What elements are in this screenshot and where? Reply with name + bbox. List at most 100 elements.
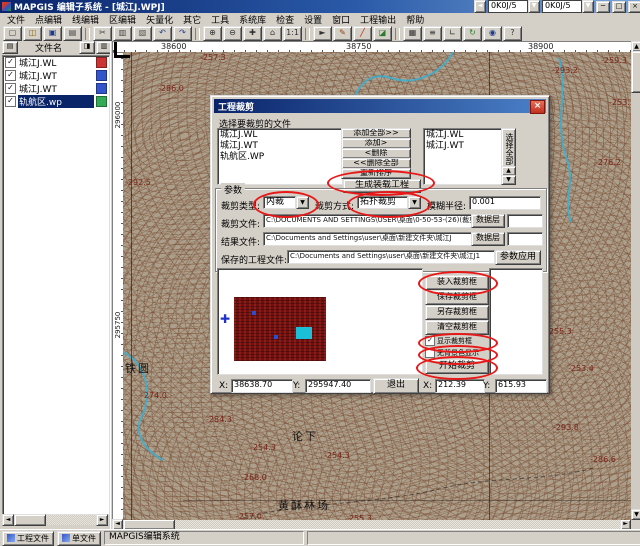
tree-item-label[interactable]: 轨航区.wp [18, 95, 94, 108]
layers-icon[interactable]: ≡ [423, 26, 442, 41]
line-edit-icon[interactable]: ╱ [353, 26, 372, 41]
menu-item-6[interactable]: 其它 [178, 13, 206, 26]
map-vscrollbar[interactable]: ▲ ▼ [631, 41, 640, 520]
source-file-list[interactable]: 城江J.WL城江J.WT轨航区.WP [217, 128, 343, 185]
layer-readout-2[interactable]: 0K0J/5 ▼ [542, 1, 594, 12]
tree-row-4[interactable]: ✓轨航区.wp [3, 95, 109, 108]
tree-item-label[interactable]: 城江J.WT [18, 82, 94, 95]
chevron-down-icon[interactable]: ▼ [408, 196, 421, 209]
checkbox-icon[interactable]: ✓ [5, 70, 16, 81]
tree-item-label[interactable]: 城江J.WL [18, 56, 94, 69]
list-item[interactable]: 城江J.WL [220, 130, 340, 141]
menu-item-13[interactable]: 帮助 [401, 13, 429, 26]
info-icon[interactable]: ◉ [483, 26, 502, 41]
checkbox-icon[interactable]: ✓ [5, 57, 16, 68]
checkbox-icon[interactable]: ✓ [5, 96, 16, 107]
menu-item-8[interactable]: 系统库 [234, 13, 271, 26]
scrollbar-track[interactable] [175, 520, 620, 530]
save-icon[interactable]: ▣ [43, 26, 62, 41]
checkbox-icon[interactable]: ✓ [5, 83, 16, 94]
refresh-icon[interactable]: ↻ [463, 26, 482, 41]
checkbox-icon[interactable]: ✓ [425, 336, 435, 346]
scrollbar-track[interactable] [46, 515, 96, 525]
select-all-vertical-button[interactable]: 选择全部 [501, 128, 516, 170]
map-hscrollbar[interactable]: ◄ ► [112, 520, 631, 529]
grid-icon[interactable]: ▦ [403, 26, 422, 41]
dialog-title-bar[interactable]: 工程裁剪 × [214, 99, 546, 113]
list-item[interactable]: 城江J.WT [426, 141, 500, 152]
undo-icon[interactable]: ↶ [153, 26, 172, 41]
load-frame-button[interactable]: 装入裁剪框 [425, 275, 489, 290]
apply-params-button[interactable]: 参数应用 [495, 250, 541, 265]
checkbox-icon[interactable] [425, 348, 435, 358]
scroll-left-icon[interactable]: ◄ [2, 514, 14, 526]
cut-icon[interactable]: ✂ [93, 26, 112, 41]
filename-column-header[interactable]: 文件名 [19, 41, 78, 54]
pan-icon[interactable]: ✚ [243, 26, 262, 41]
scroll-down-icon[interactable]: ▼ [631, 509, 640, 520]
menu-item-5[interactable]: 矢量化 [141, 13, 178, 26]
clip-preview-panel[interactable]: ✚ [217, 268, 423, 375]
paste-icon[interactable]: ▧ [133, 26, 152, 41]
exit-button[interactable]: 退出 [373, 378, 419, 394]
list-item[interactable]: 城江J.WL [426, 130, 500, 141]
menu-item-12[interactable]: 工程输出 [355, 13, 401, 26]
layer-readout-1[interactable]: 0K0J/5 ▼ [488, 1, 540, 12]
clip-type-combo[interactable]: 内裁 ▼ [263, 196, 309, 209]
select-icon[interactable]: ► [313, 26, 332, 41]
chevron-down-icon[interactable]: ▼ [582, 0, 594, 13]
clip-method-combo[interactable]: 拓扑裁剪 ▼ [357, 196, 421, 209]
data-layer-field-2[interactable] [507, 232, 543, 246]
copy-icon[interactable]: ▥ [113, 26, 132, 41]
selected-file-list[interactable]: 城江J.WL城江J.WT [423, 128, 503, 185]
list-item[interactable]: 轨航区.WP [220, 152, 340, 163]
help-icon[interactable]: ? [503, 26, 522, 41]
menu-item-11[interactable]: 窗口 [327, 13, 355, 26]
new-file-icon[interactable]: ▢ [3, 26, 22, 41]
clear-frame-button[interactable]: 清空裁剪框 [425, 320, 489, 335]
reorder-button[interactable]: 重新排序 [341, 168, 411, 179]
menu-item-3[interactable]: 线编辑 [67, 13, 104, 26]
maximize-button[interactable]: □ [612, 1, 626, 13]
zoom-in-icon[interactable]: ⊕ [203, 26, 222, 41]
minimize-button[interactable]: ─ [596, 1, 610, 13]
tree-row-2[interactable]: ✓城江J.WT [3, 69, 109, 82]
tree-row-3[interactable]: ✓城江J.WT [3, 82, 109, 95]
menu-item-1[interactable]: 文件 [2, 13, 30, 26]
chevron-down-icon[interactable]: ▼ [296, 196, 309, 209]
data-layer-button-2[interactable]: 数据层 [471, 232, 505, 246]
area-edit-icon[interactable]: ◪ [373, 26, 392, 41]
fuzzy-radius-field[interactable]: 0.001 [469, 196, 541, 210]
open-file-icon[interactable]: ◫ [23, 26, 42, 41]
close-button[interactable]: × [628, 1, 640, 13]
project-file-field[interactable]: C:\Documents and Settings\user\桌面\新建文件夹\… [287, 250, 495, 264]
tab-project-file[interactable]: 工程文件 [2, 531, 54, 546]
detail-view-icon[interactable]: ◨ [79, 41, 95, 54]
data-layer-field-1[interactable] [507, 214, 543, 228]
full-extent-icon[interactable]: ⌂ [263, 26, 282, 41]
menu-item-4[interactable]: 区编辑 [104, 13, 141, 26]
print-icon[interactable]: ▤ [63, 26, 82, 41]
menu-item-9[interactable]: 检查 [271, 13, 299, 26]
file-panel-hscrollbar[interactable]: ◄ ► [2, 515, 108, 525]
list-item[interactable]: 城江J.WT [220, 141, 340, 152]
start-clip-button[interactable]: 开始裁剪 [425, 359, 489, 374]
clip-file-field[interactable]: C:\DOCUMENTS AND SETTINGS\USER\桌面\0-50-5… [263, 214, 473, 228]
tree-item-label[interactable]: 城江J.WT [18, 69, 94, 82]
show-frame-checkbox[interactable]: ✓显示裁剪框 [425, 336, 487, 346]
tab-single-file[interactable]: 单文件 [57, 531, 101, 546]
zoom-out-icon[interactable]: ⊖ [223, 26, 242, 41]
tree-row-1[interactable]: ✓城江J.WL [3, 56, 109, 69]
scroll-right-icon[interactable]: ► [96, 514, 108, 526]
scrollbar-thumb[interactable] [14, 514, 46, 526]
data-layer-button-1[interactable]: 数据层 [471, 214, 505, 228]
zoom-1to1-icon[interactable]: 1:1 [283, 26, 302, 41]
scrollbar-thumb[interactable] [631, 51, 640, 93]
clip-frame-panel[interactable] [489, 268, 543, 375]
list-view-icon[interactable]: ▤ [2, 41, 18, 54]
saveas-frame-button[interactable]: 另存裁剪框 [425, 305, 489, 320]
chevron-down-icon[interactable]: ▼ [528, 0, 540, 13]
redo-icon[interactable]: ↷ [173, 26, 192, 41]
menu-item-2[interactable]: 点编辑 [30, 13, 67, 26]
menu-item-7[interactable]: 工具 [206, 13, 234, 26]
